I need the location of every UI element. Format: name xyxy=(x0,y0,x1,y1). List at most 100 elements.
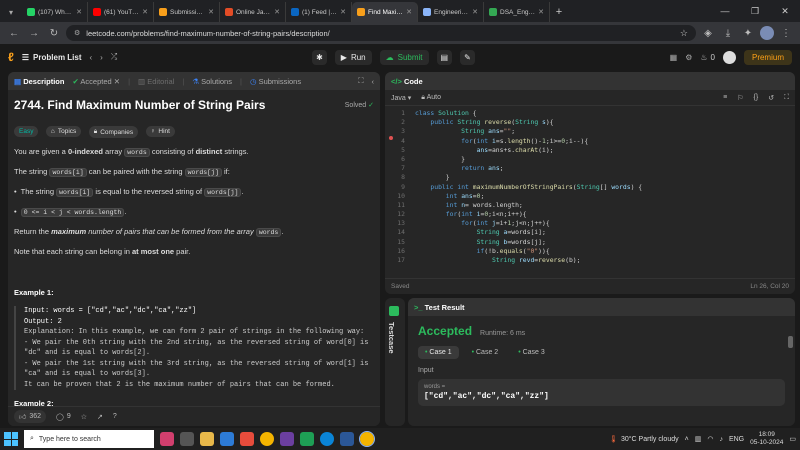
profile-avatar[interactable] xyxy=(760,26,774,40)
download-icon[interactable]: ⤓ xyxy=(720,25,736,41)
tab-accepted[interactable]: ✔ Accepted ✕ xyxy=(72,77,120,86)
hint-button[interactable]: ♀ Hint xyxy=(145,126,175,137)
language-indicator[interactable]: ENG xyxy=(729,436,744,443)
file-explorer-icon[interactable] xyxy=(200,432,214,446)
case-tab-3[interactable]: • Case 3 xyxy=(511,346,552,359)
reload-button[interactable]: ↻ xyxy=(46,25,62,41)
taskbar-search[interactable]: ⌕ Type here to search xyxy=(24,430,154,448)
layout-icon[interactable]: ▦ xyxy=(670,53,678,62)
code-toolbar: Java ▾ 🔒︎ Auto ≡ ⚐ {} ↺ ⛶ xyxy=(385,90,795,106)
close-icon[interactable]: ✕ xyxy=(538,8,544,16)
browser-tab-active[interactable]: Find Maximum N✕ xyxy=(352,2,418,22)
prev-problem-icon[interactable]: ‹ xyxy=(90,53,93,62)
case-tab-1[interactable]: • Case 1 xyxy=(418,346,459,359)
browser-tab[interactable]: Submissions - Le✕ xyxy=(154,2,220,22)
comments-button[interactable]: ◯ 9 xyxy=(56,413,71,421)
chrome-active-icon[interactable] xyxy=(359,431,375,447)
coins-counter[interactable]: ♨ 0 xyxy=(700,53,715,62)
clock[interactable]: 18:09 05-10-2024 xyxy=(750,431,783,447)
bookmark-icon[interactable]: ⚐ xyxy=(737,94,743,102)
url-field[interactable]: ⚙ leetcode.com/problems/find-maximum-num… xyxy=(66,25,696,41)
tab-editorial[interactable]: ▥ Editorial xyxy=(138,77,174,86)
case-tab-2[interactable]: • Case 2 xyxy=(465,346,506,359)
note-button[interactable]: ✎ xyxy=(460,49,475,65)
debug-button[interactable]: ✱ xyxy=(312,49,327,65)
maximize-button[interactable]: ❐ xyxy=(740,0,770,22)
premium-button[interactable]: Premium xyxy=(743,49,792,65)
tab-test-result[interactable]: >_ Test Result xyxy=(414,303,465,312)
browser-tab[interactable]: (107) WhatsApp✕ xyxy=(22,2,88,22)
problem-list-link[interactable]: ☰ Problem List xyxy=(22,53,82,62)
back-button[interactable]: ← xyxy=(6,25,22,41)
weather-widget[interactable]: 🌡︎ 30°C Partly cloudy xyxy=(609,435,679,444)
app-icon[interactable] xyxy=(340,432,354,446)
tab-submissions[interactable]: ◷ Submissions xyxy=(250,77,301,86)
collapse-icon[interactable]: ‹ xyxy=(372,77,375,86)
extension-icon[interactable]: ◈ xyxy=(700,25,716,41)
store-icon[interactable] xyxy=(240,432,254,446)
site-info-icon[interactable]: ⚙ xyxy=(74,29,80,37)
notes-button[interactable]: ▤ xyxy=(436,49,453,65)
bookmark-star-icon[interactable]: ☆ xyxy=(680,28,688,39)
companies-button[interactable]: 🔒︎ Companies xyxy=(88,126,139,138)
extensions-puzzle-icon[interactable]: ✦ xyxy=(740,25,756,41)
share-icon[interactable]: ↗ xyxy=(97,413,103,421)
chrome-icon[interactable] xyxy=(260,432,274,446)
close-icon[interactable]: ✕ xyxy=(142,8,148,16)
mail-icon[interactable] xyxy=(220,432,234,446)
forward-button[interactable]: → xyxy=(26,25,42,41)
leetcode-logo-icon[interactable]: ℓ xyxy=(8,50,14,64)
expand-icon[interactable]: ⛶ xyxy=(358,76,363,86)
tab-testcase[interactable]: Testcase xyxy=(387,322,396,354)
scrollbar[interactable] xyxy=(788,336,793,348)
browser-tab[interactable]: Online Java Com✕ xyxy=(220,2,286,22)
close-icon[interactable]: ✕ xyxy=(76,8,82,16)
browser-tab[interactable]: (1) Feed | Linked✕ xyxy=(286,2,352,22)
help-icon[interactable]: ? xyxy=(113,413,117,420)
shuffle-icon[interactable]: ⤮ xyxy=(111,52,117,62)
close-icon[interactable]: ✕ xyxy=(274,8,280,16)
topics-button[interactable]: ⌂ Topics xyxy=(45,126,82,137)
task-view-icon[interactable] xyxy=(180,432,194,446)
new-tab-button[interactable]: + xyxy=(550,2,568,22)
reset-icon[interactable]: ↺ xyxy=(768,94,774,102)
fullscreen-icon[interactable]: ⛶ xyxy=(784,94,789,102)
breakpoint-dot[interactable] xyxy=(389,136,393,140)
submit-button[interactable]: ☁ Submit xyxy=(379,49,429,65)
close-icon[interactable]: ✕ xyxy=(406,8,412,16)
close-icon[interactable]: ✕ xyxy=(208,8,214,16)
close-icon[interactable]: ✕ xyxy=(114,77,120,86)
tab-solutions[interactable]: ⚗ Solutions xyxy=(192,77,232,86)
tray-chevron-icon[interactable]: ˄ xyxy=(685,436,689,443)
close-window-button[interactable]: ✕ xyxy=(770,0,800,22)
windows-start-icon[interactable] xyxy=(4,432,18,446)
app-icon[interactable] xyxy=(280,432,294,446)
close-icon[interactable]: ✕ xyxy=(340,8,346,16)
network-icon[interactable]: ▥ xyxy=(695,435,702,443)
browser-tab[interactable]: Engineering Ana✕ xyxy=(418,2,484,22)
widgets-icon[interactable] xyxy=(160,432,174,446)
menu-kebab-icon[interactable]: ⋮ xyxy=(778,25,794,41)
next-problem-icon[interactable]: › xyxy=(100,53,103,62)
volume-icon[interactable]: ♪ xyxy=(719,436,723,443)
tab-search-icon[interactable]: ▾ xyxy=(0,2,22,22)
settings-gear-icon[interactable]: ⚙ xyxy=(685,53,692,62)
format-icon[interactable]: ≡ xyxy=(723,94,727,101)
tab-description[interactable]: ▤ Description xyxy=(14,77,64,86)
autocomplete-toggle[interactable]: 🔒︎ Auto xyxy=(421,94,441,102)
star-icon[interactable]: ☆ xyxy=(81,413,87,421)
browser-tab[interactable]: DSA_Engineering✕ xyxy=(484,2,550,22)
braces-icon[interactable]: {} xyxy=(754,94,759,101)
app-icon[interactable] xyxy=(300,432,314,446)
edge-icon[interactable] xyxy=(320,432,334,446)
user-avatar[interactable] xyxy=(722,50,736,64)
language-select[interactable]: Java ▾ xyxy=(391,94,411,102)
run-button[interactable]: ▶ Run xyxy=(334,49,372,65)
minimize-button[interactable]: — xyxy=(710,0,740,22)
like-button[interactable]: 👍︎ 362 xyxy=(14,410,47,423)
close-icon[interactable]: ✕ xyxy=(472,8,478,16)
wifi-icon[interactable]: ◠ xyxy=(707,435,713,443)
code-editor[interactable]: 1 class Solution { 2 public String revers… xyxy=(385,106,795,276)
browser-tab[interactable]: (61) YouTube ✕ xyxy=(88,2,154,22)
notifications-icon[interactable]: ▭ xyxy=(789,435,796,443)
